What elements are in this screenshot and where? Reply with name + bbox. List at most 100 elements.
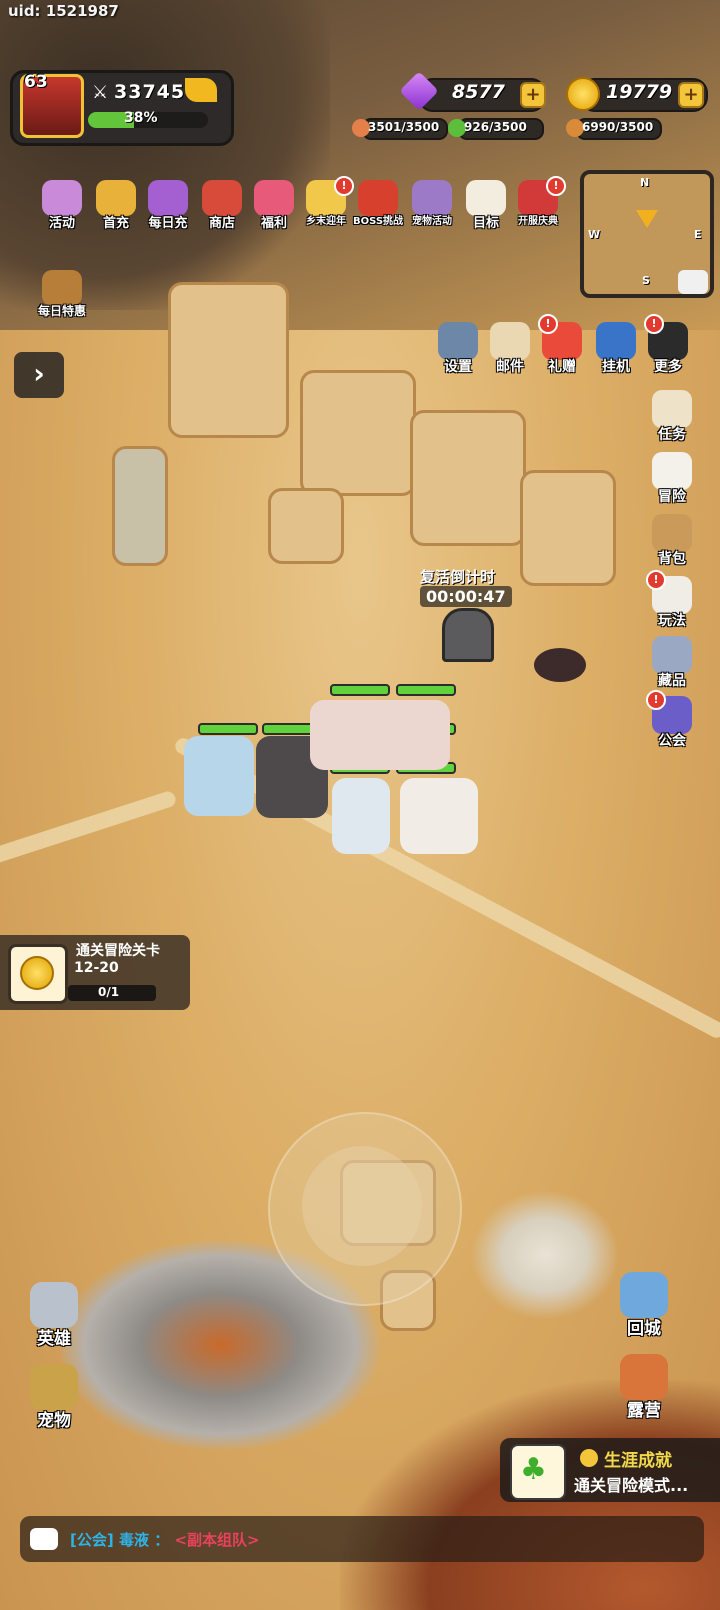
chat-message[interactable]: [公会] 毒液 ： <副本组队> (70, 1529, 260, 1550)
return-city-icon (620, 1272, 668, 1318)
revive-countdown-timer: 00:00:47 (420, 586, 512, 607)
welfare-label: 福利 (260, 216, 287, 231)
server-celebration-button[interactable]: 开服庆典! (512, 176, 566, 227)
goal-button[interactable]: 目标 (460, 180, 512, 231)
activity-label: 活动 (48, 216, 75, 231)
adventure-button[interactable]: 冒险 (646, 452, 698, 506)
adventure-label: 冒险 (658, 489, 686, 505)
resource-amount: 6990/3500 (582, 120, 654, 134)
more-button[interactable]: 更多! (642, 314, 694, 376)
hero-health-bar (330, 684, 390, 696)
guild-button[interactable]: 公会! (646, 690, 698, 750)
settings-icon (438, 322, 478, 360)
settings-button[interactable]: 设置 (432, 322, 484, 376)
guild-label: 公会 (658, 733, 686, 749)
quest-title: 通关冒险关卡 (76, 943, 160, 959)
boss-challenge-label: BOSS挑战 (352, 216, 404, 227)
clover-icon: ♣ (520, 1452, 547, 1487)
chat-text: <副本组队> (174, 1531, 260, 1549)
wing-icon (185, 78, 217, 102)
gift-button[interactable]: 礼赠! (536, 314, 588, 376)
gameplay-button[interactable]: 玩法! (646, 570, 698, 630)
xp-percent: 38% (124, 110, 158, 126)
shop-button[interactable]: 商店 (196, 180, 248, 231)
hero-white-dragon[interactable] (310, 700, 450, 770)
rock-pillar (300, 370, 416, 496)
hero-health-bar (198, 723, 258, 735)
mail-icon (490, 322, 530, 360)
settings-label: 设置 (444, 359, 472, 375)
hero-button[interactable]: 英雄 (26, 1282, 82, 1349)
pet-button[interactable]: 宠物 (26, 1364, 82, 1431)
activity-button[interactable]: 活动 (36, 180, 88, 231)
chat-bubble-icon[interactable] (30, 1528, 58, 1550)
idle-button[interactable]: 挂机 (590, 322, 642, 376)
compass-south: S (642, 274, 650, 287)
rune-stone (112, 446, 168, 566)
pet-event-button[interactable]: 宠物活动 (406, 180, 458, 227)
scorpion-enemy[interactable] (534, 648, 586, 682)
return-city-button[interactable]: 回城 (616, 1272, 672, 1339)
revive-countdown-label: 复活倒计时 (420, 568, 496, 586)
collection-button[interactable]: 藏品 (646, 636, 698, 690)
notification-badge: ! (546, 176, 566, 196)
mail-button[interactable]: 邮件 (484, 322, 536, 376)
pet-label: 宠物 (37, 1411, 71, 1431)
task-button[interactable]: 任务 (646, 390, 698, 444)
backpack-button[interactable]: 背包 (646, 514, 698, 568)
daily-recharge-button[interactable]: 每日充 (142, 180, 194, 231)
boss-challenge-button[interactable]: BOSS挑战 (352, 180, 404, 227)
adventure-icon (652, 452, 692, 490)
gold-coin-icon (566, 77, 600, 111)
rock-pillar (410, 410, 526, 546)
hero-label: 英雄 (37, 1329, 71, 1349)
add-gold-button[interactable]: + (678, 82, 704, 108)
compass-north: N (640, 176, 650, 189)
scale-icon (42, 270, 82, 306)
quest-stage: 12-20 (74, 960, 119, 976)
camp-button[interactable]: 露营 (616, 1354, 672, 1421)
mail-label: 邮件 (496, 359, 524, 375)
gameplay-label: 玩法 (658, 613, 686, 629)
hero-icon (30, 1282, 78, 1328)
goal-icon (466, 180, 506, 216)
village-new-year-button[interactable]: 乡末迎年! (300, 176, 354, 227)
camera-icon[interactable] (678, 270, 708, 294)
rock-pillar (268, 488, 344, 564)
hero-white-haired-mage[interactable] (400, 778, 478, 854)
gold-coin-icon (20, 956, 54, 990)
compass-west: W (588, 228, 601, 241)
player-marker-icon (636, 210, 658, 228)
chat-channel: [公会] (70, 1531, 114, 1549)
pet-event-label: 宠物活动 (412, 216, 452, 227)
backpack-icon (652, 514, 692, 552)
goal-label: 目标 (472, 216, 499, 231)
camp-icon (620, 1354, 668, 1400)
swords-icon: ⚔ (92, 82, 109, 103)
task-icon (652, 390, 692, 428)
daily-recharge-icon (148, 180, 188, 216)
backpack-label: 背包 (658, 551, 686, 567)
notification-badge: ! (646, 690, 666, 710)
quest-progress: 0/1 (98, 985, 120, 999)
notification-badge: ! (538, 314, 558, 334)
resource-amount: 926/3500 (464, 120, 527, 134)
add-gems-button[interactable]: + (520, 82, 546, 108)
hero-sword-maiden[interactable] (184, 736, 254, 816)
resource-amount: 3501/3500 (368, 120, 440, 134)
welfare-icon (254, 180, 294, 216)
collection-icon (652, 636, 692, 674)
rock-pillar (520, 470, 616, 586)
shop-label: 商店 (208, 216, 235, 231)
tombstone-icon (442, 608, 494, 662)
task-label: 任务 (658, 427, 686, 443)
expand-menu-button[interactable]: › (14, 352, 64, 398)
shop-icon (202, 180, 242, 216)
joystick-knob[interactable] (302, 1146, 422, 1266)
hero-young-swordsman[interactable] (332, 778, 390, 854)
gem-amount: 8577 (452, 81, 505, 103)
welfare-button[interactable]: 福利 (248, 180, 300, 231)
first-recharge-button[interactable]: 首充 (90, 180, 142, 231)
daily-deal-button[interactable]: 每日特惠 (36, 270, 88, 319)
player-level: 63 (24, 72, 48, 92)
